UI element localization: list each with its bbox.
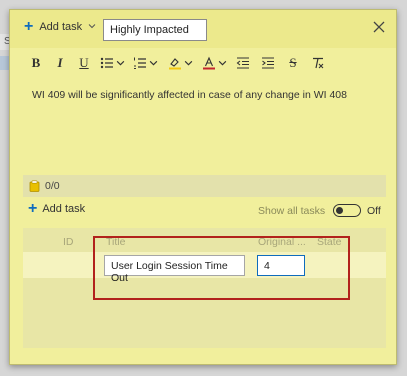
plus-icon: + bbox=[28, 200, 38, 217]
add-subtask-label: Add task bbox=[42, 203, 86, 215]
highlight-color-icon[interactable] bbox=[168, 55, 182, 71]
decrease-indent-icon[interactable] bbox=[236, 55, 250, 71]
column-header-id[interactable]: ID bbox=[63, 236, 74, 248]
italic-button[interactable]: I bbox=[54, 55, 66, 71]
description-editor[interactable]: WI 409 will be significantly affected in… bbox=[32, 89, 382, 101]
close-icon[interactable] bbox=[372, 20, 386, 34]
add-subtask-button[interactable]: + Add task bbox=[28, 200, 86, 217]
title-input[interactable]: Highly Impacted bbox=[103, 19, 207, 41]
chevron-down-icon[interactable] bbox=[116, 55, 125, 71]
clear-formatting-icon[interactable] bbox=[311, 55, 325, 71]
add-task-button[interactable]: + Add task bbox=[24, 18, 83, 35]
add-task-label: Add task bbox=[39, 21, 83, 33]
tasks-toolbar: + Add task Show all tasks Off bbox=[10, 200, 396, 222]
plus-icon: + bbox=[24, 18, 34, 35]
chevron-down-icon[interactable] bbox=[149, 55, 158, 71]
underline-button[interactable]: U bbox=[78, 55, 90, 71]
bold-button[interactable]: B bbox=[30, 55, 42, 71]
font-color-icon[interactable] bbox=[202, 55, 216, 71]
toggle-state-label: Off bbox=[367, 205, 381, 217]
attachment-count: 0/0 bbox=[45, 180, 60, 192]
show-all-tasks-toggle[interactable] bbox=[333, 204, 361, 217]
clipboard-icon bbox=[29, 180, 40, 192]
show-all-tasks-label: Show all tasks bbox=[258, 205, 326, 217]
chevron-down-icon[interactable] bbox=[218, 55, 227, 71]
chevron-down-icon[interactable] bbox=[88, 22, 96, 30]
dialog-header: + Add task Highly Impacted bbox=[10, 10, 396, 48]
numbered-list-icon[interactable] bbox=[133, 55, 147, 71]
strikethrough-button[interactable]: S bbox=[287, 55, 299, 71]
formatting-toolbar: B I U S bbox=[10, 52, 396, 74]
toggle-knob bbox=[336, 207, 343, 214]
increase-indent-icon[interactable] bbox=[261, 55, 275, 71]
highlight-annotation-box bbox=[93, 236, 350, 300]
task-dialog: + Add task Highly Impacted B I U S WI 40… bbox=[9, 9, 397, 365]
chevron-down-icon[interactable] bbox=[184, 55, 193, 71]
attachments-bar: 0/0 bbox=[23, 175, 386, 197]
bullet-list-icon[interactable] bbox=[100, 55, 114, 71]
